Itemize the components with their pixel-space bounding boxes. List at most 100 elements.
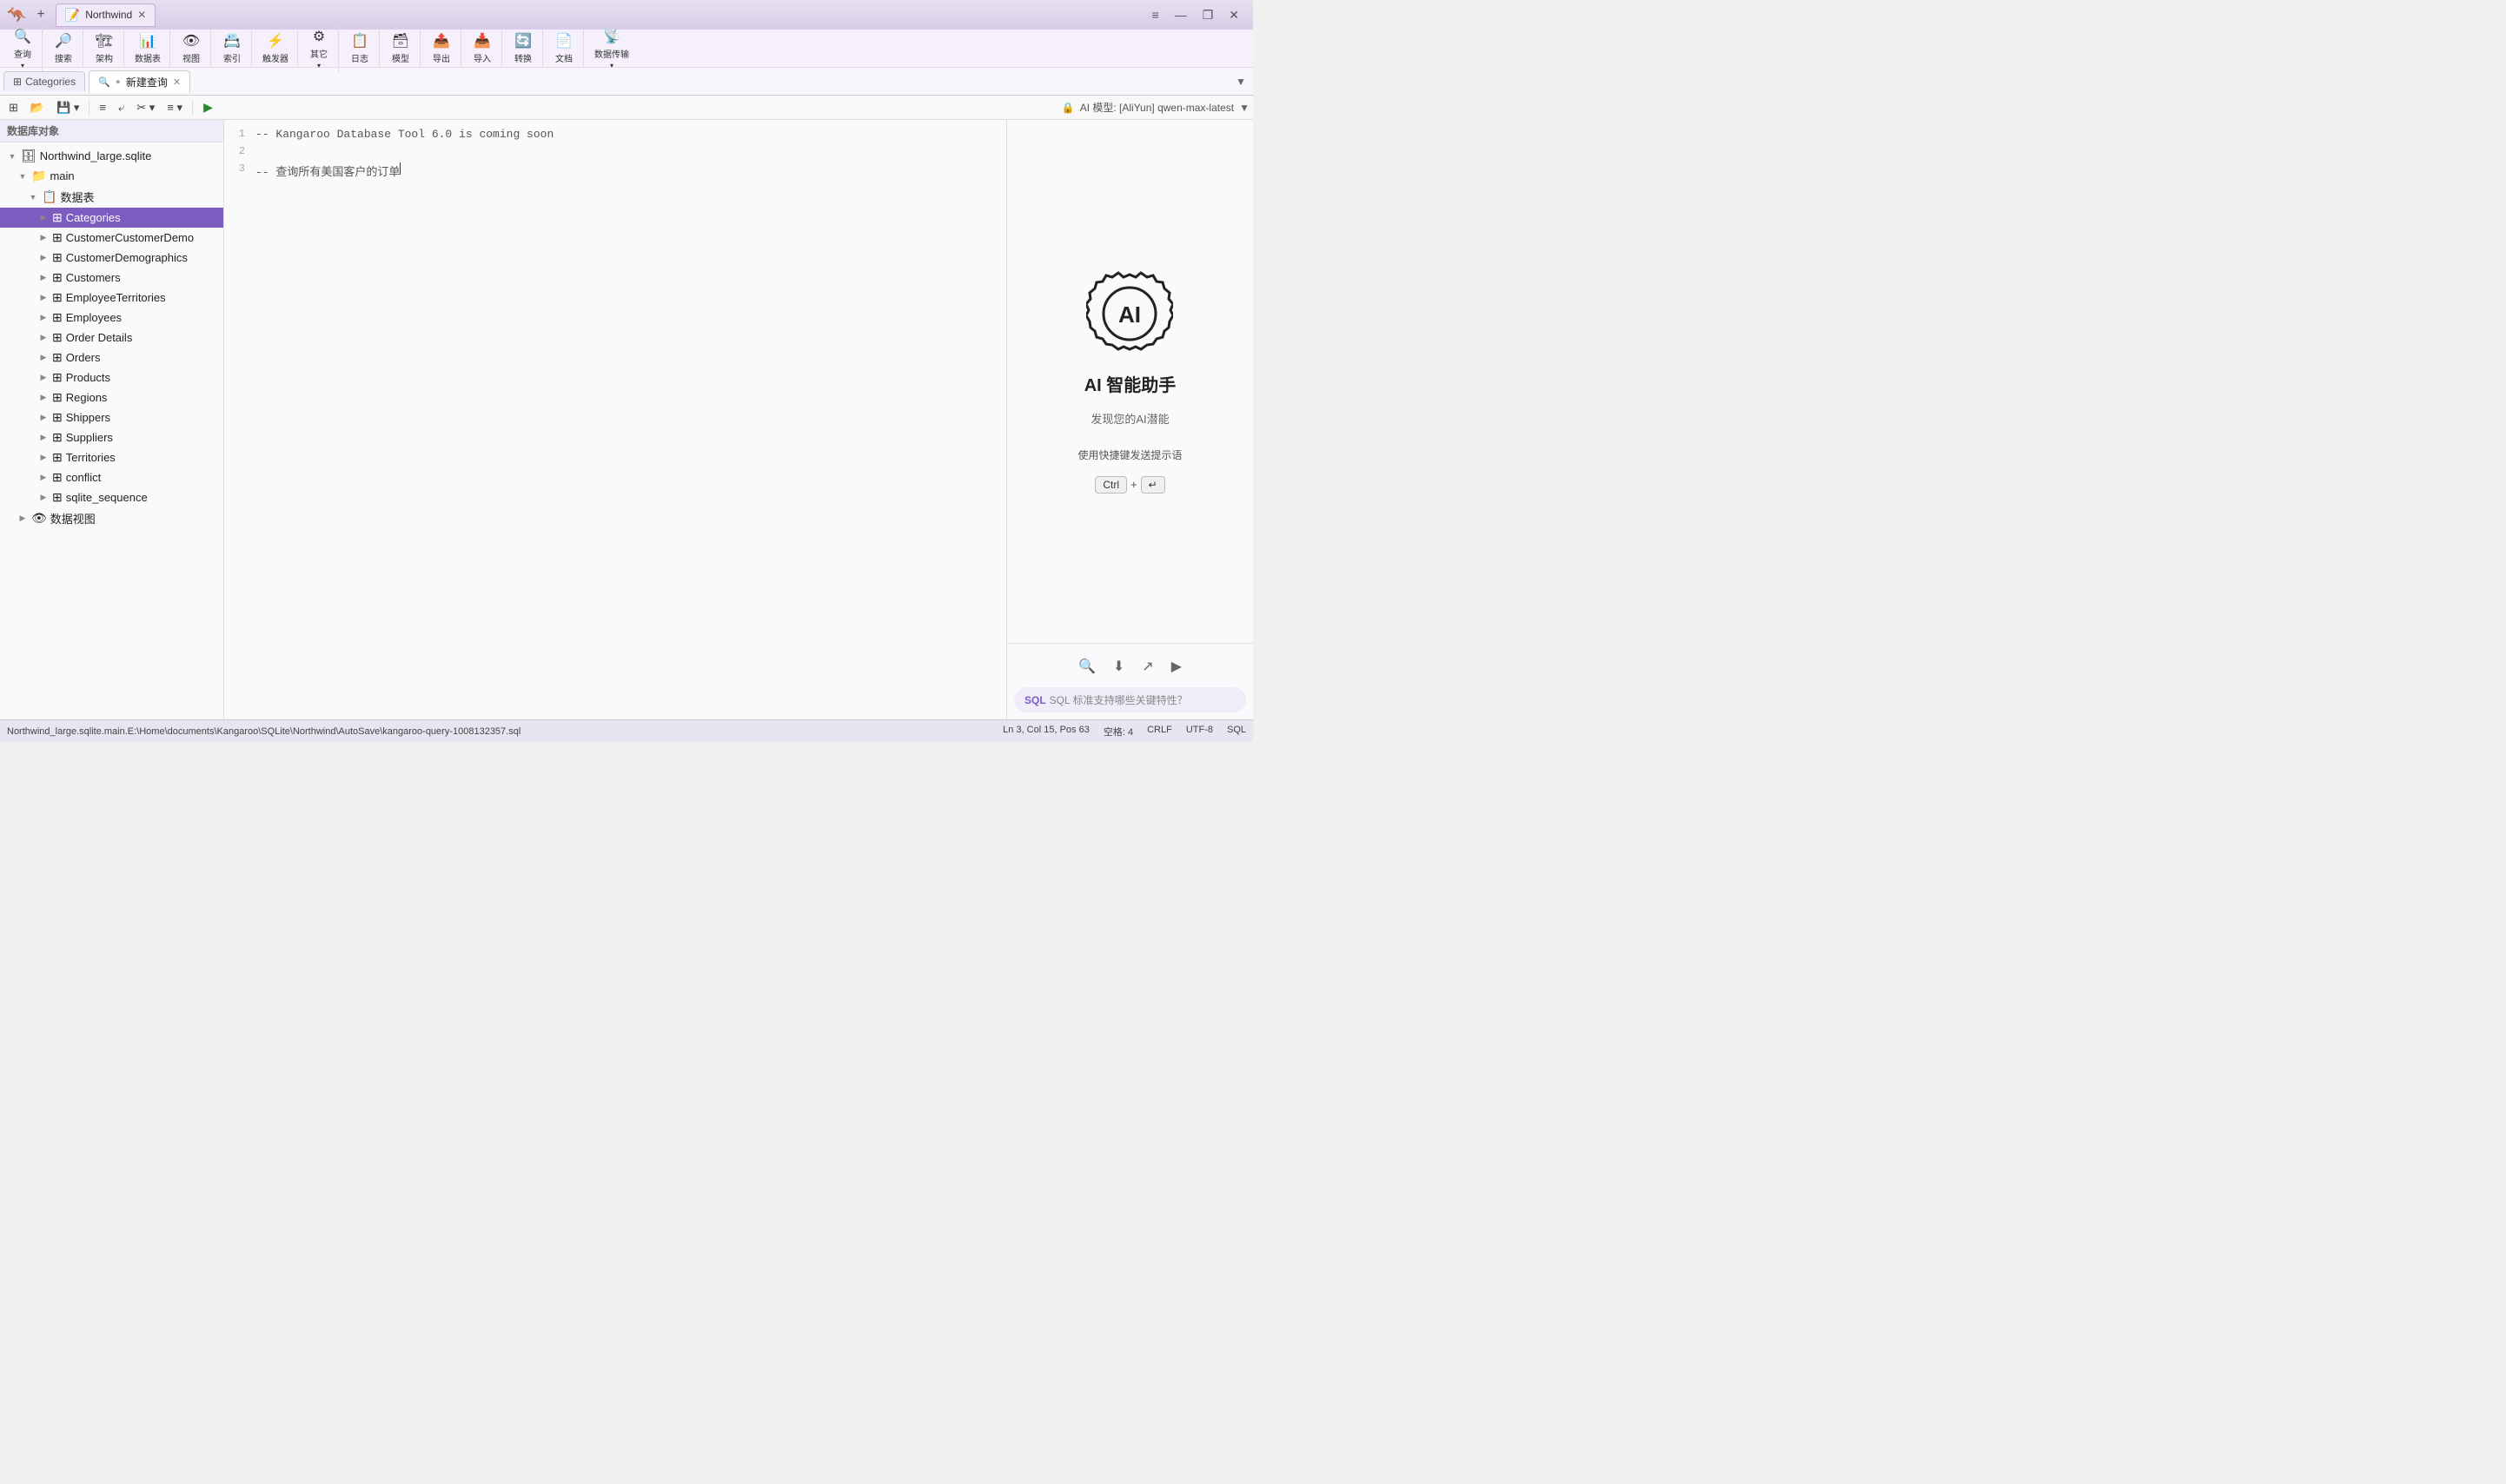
query-tab-new[interactable]: 🔍 ● 新建查询 ✕ [89, 70, 190, 93]
suppliers-chevron-icon: ▶ [38, 433, 49, 442]
shippers-label: Shippers [66, 411, 110, 424]
categories-table-icon: ⊞ [52, 210, 63, 225]
tree-node-conflict[interactable]: ▶ ⊞ conflict [0, 467, 223, 487]
other-dropdown-arrow: ▾ [317, 62, 321, 70]
model-label: 模型 [392, 51, 409, 64]
schema-tab-categories[interactable]: ⊞ Categories [3, 71, 85, 91]
tab-icon: 📝 [65, 8, 80, 23]
log-group: 📋 日志 [341, 30, 380, 67]
schema-button[interactable]: 🏗 架构 [89, 30, 120, 67]
active-tab[interactable]: 📝 Northwind ✕ [56, 3, 156, 27]
file-button[interactable]: 📄 文档 [548, 30, 580, 67]
et-label: EmployeeTerritories [66, 291, 166, 304]
tree-node-customerdemographics[interactable]: ▶ ⊞ CustomerDemographics [0, 248, 223, 268]
tree-node-suppliers[interactable]: ▶ ⊞ Suppliers [0, 427, 223, 447]
tree-node-datatables[interactable]: ▼ 📋 数据表 [0, 186, 223, 208]
tree-node-customers[interactable]: ▶ ⊞ Customers [0, 268, 223, 288]
ai-model-label: AI 模型: [AliYun] qwen-max-latest [1080, 100, 1234, 115]
index-button[interactable]: 📇 索引 [216, 30, 248, 67]
query-button[interactable]: 🔍 查询 ▾ [7, 25, 38, 72]
separator-1 [89, 100, 90, 116]
ai-run-button[interactable]: ▶ [1168, 654, 1185, 679]
territories-table-icon: ⊞ [52, 450, 63, 465]
query-tab-label: 新建查询 [126, 75, 168, 89]
tab-dropdown-button[interactable]: ▼ [1232, 72, 1250, 91]
view-group: 👁 视图 [172, 30, 211, 67]
create-table-button[interactable]: ⊞ [3, 98, 23, 117]
datatables-button[interactable]: 📊 数据表 [129, 30, 166, 67]
import-label: 导入 [474, 51, 491, 64]
root-chevron-icon: ▼ [7, 152, 17, 161]
tree-node-dataview[interactable]: ▶ 👁 数据视图 [0, 507, 223, 529]
wrap-button[interactable]: ⤶ [113, 98, 129, 117]
transfer-group: 🔄 转换 [504, 30, 543, 67]
tree-node-categories[interactable]: ▶ ⊞ Categories [0, 208, 223, 228]
minimize-button[interactable]: — [1168, 6, 1194, 24]
menu-button[interactable]: ≡ [1145, 6, 1166, 24]
line-num-1: 1 [224, 128, 255, 140]
customers-table-icon: ⊞ [52, 270, 63, 285]
beautify-button[interactable]: ≡ [94, 98, 111, 116]
datatables-table-icon: 📋 [42, 189, 56, 204]
other-button[interactable]: ⚙ 其它 ▾ [303, 25, 335, 72]
tree-node-employeeterritories[interactable]: ▶ ⊞ EmployeeTerritories [0, 288, 223, 308]
datatransfer-group: 📡 数据传输 ▾ [586, 25, 638, 72]
cd-chevron-icon: ▶ [38, 253, 49, 262]
line-content-3: -- 查询所有美国客户的订单 [255, 162, 400, 179]
search-button[interactable]: 🔎 搜索 [48, 30, 79, 67]
new-tab-button[interactable]: + [31, 5, 50, 24]
tree-node-regions[interactable]: ▶ ⊞ Regions [0, 388, 223, 407]
transfer-icon: 🔄 [514, 32, 532, 50]
comment-button[interactable]: ✂ ▾ [131, 98, 160, 117]
ai-share-button[interactable]: ↗ [1138, 654, 1157, 679]
tree-node-root[interactable]: ▼ 🗄 Northwind_large.sqlite [0, 146, 223, 166]
align-button[interactable]: ≡ ▾ [162, 98, 188, 117]
log-button[interactable]: 📋 日志 [344, 30, 375, 67]
tab-close-button[interactable]: ✕ [137, 9, 146, 21]
plus-label: + [1130, 478, 1137, 491]
query-label: 查询 [14, 47, 31, 60]
run-button[interactable]: ▶ [197, 97, 219, 117]
query-tab-close-button[interactable]: ✕ [173, 76, 181, 88]
tree-node-customercustomerdemo[interactable]: ▶ ⊞ CustomerCustomerDemo [0, 228, 223, 248]
ai-title: AI 智能助手 [1084, 371, 1177, 396]
ai-model-dropdown-button[interactable]: ▼ [1239, 102, 1250, 114]
root-db-icon: 🗄 [21, 149, 36, 163]
file-group: 📄 文档 [545, 30, 584, 67]
code-editor[interactable]: 1 -- Kangaroo Database Tool 6.0 is comin… [224, 120, 1006, 719]
tree-node-sqlite-sequence[interactable]: ▶ ⊞ sqlite_sequence [0, 487, 223, 507]
file-label: 文档 [555, 51, 573, 64]
close-button[interactable]: ✕ [1222, 6, 1246, 24]
editor-panel: 1 -- Kangaroo Database Tool 6.0 is comin… [224, 120, 1006, 719]
transfer-button[interactable]: 🔄 转换 [507, 30, 539, 67]
status-language: SQL [1227, 725, 1246, 739]
datatransfer-button[interactable]: 📡 数据传输 ▾ [589, 25, 634, 72]
open-file-button[interactable]: 📂 [25, 98, 50, 117]
dataview-chevron-icon: ▶ [17, 513, 28, 523]
model-icon: 🗃 [392, 32, 409, 50]
conflict-table-icon: ⊞ [52, 470, 63, 485]
line-num-2: 2 [224, 145, 255, 157]
tree-node-orders[interactable]: ▶ ⊞ Orders [0, 348, 223, 368]
save-button[interactable]: 💾 ▾ [51, 98, 84, 117]
model-button[interactable]: 🗃 模型 [385, 30, 416, 67]
conflict-label: conflict [66, 471, 101, 484]
export-button[interactable]: 📤 导出 [426, 30, 457, 67]
view-button[interactable]: 👁 视图 [176, 30, 207, 67]
export-label: 导出 [433, 51, 450, 64]
tree-node-employees[interactable]: ▶ ⊞ Employees [0, 308, 223, 328]
tree-node-shippers[interactable]: ▶ ⊞ Shippers [0, 407, 223, 427]
ai-logo-badge: AI [1086, 270, 1173, 357]
maximize-button[interactable]: ❐ [1196, 6, 1221, 24]
main-content: 数据库对象 ▼ 🗄 Northwind_large.sqlite ▼ 📁 mai… [0, 120, 1253, 719]
datatables-label: 数据表 [135, 51, 161, 64]
ai-download-button[interactable]: ⬇ [1110, 654, 1128, 679]
trigger-button[interactable]: ⚡ 触发器 [257, 30, 294, 67]
tree-node-territories[interactable]: ▶ ⊞ Territories [0, 447, 223, 467]
import-button[interactable]: 📥 导入 [467, 30, 498, 67]
tree-node-products[interactable]: ▶ ⊞ Products [0, 368, 223, 388]
tree-node-orderdetails[interactable]: ▶ ⊞ Order Details [0, 328, 223, 348]
tree-node-main[interactable]: ▼ 📁 main [0, 166, 223, 186]
text-cursor [400, 162, 401, 175]
ai-search-button[interactable]: 🔍 [1075, 654, 1099, 679]
